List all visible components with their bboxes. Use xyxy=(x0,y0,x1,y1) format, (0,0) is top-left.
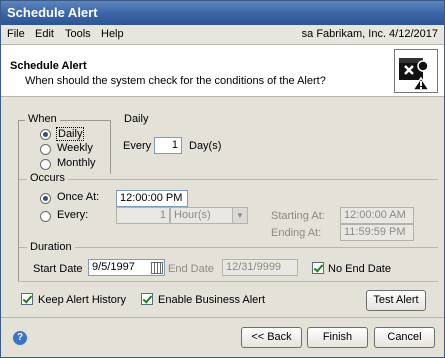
enable-business-alert-label[interactable]: Enable Business Alert xyxy=(158,294,265,306)
when-monthly-radio[interactable] xyxy=(40,159,51,170)
when-monthly-label[interactable]: Monthly xyxy=(57,157,96,169)
chevron-down-icon[interactable]: ▼ xyxy=(232,208,247,223)
menu-edit[interactable]: Edit xyxy=(35,28,54,40)
when-weekly-radio[interactable] xyxy=(40,144,51,155)
ending-at-label: Ending At: xyxy=(271,227,322,239)
every-days-input[interactable]: 1 xyxy=(154,137,182,154)
starting-at-input[interactable]: 12:00:00 AM xyxy=(340,207,414,224)
every-days-label: Every xyxy=(123,140,152,152)
end-date-label: End Date xyxy=(168,263,214,275)
every-unit-value: Hour(s) xyxy=(174,209,211,221)
once-at-radio[interactable] xyxy=(40,193,51,204)
when-daily-label[interactable]: Daily xyxy=(56,127,85,141)
once-at-time-input[interactable]: 12:00:00 PM xyxy=(116,190,188,207)
when-label: When xyxy=(25,113,60,125)
enable-business-alert-checkbox[interactable] xyxy=(141,293,153,305)
title-bar: Schedule Alert xyxy=(1,1,444,25)
end-date-input[interactable]: 12/31/9999 xyxy=(222,259,298,276)
once-at-label[interactable]: Once At: xyxy=(57,191,99,203)
occurs-label: Occurs xyxy=(27,172,68,184)
cancel-button[interactable]: Cancel xyxy=(374,327,435,348)
when-weekly-label[interactable]: Weekly xyxy=(57,142,93,154)
start-date-label: Start Date xyxy=(33,263,83,275)
ending-at-input[interactable]: 11:59:59 PM xyxy=(340,224,414,241)
occurs-left-border xyxy=(18,174,19,241)
finish-button[interactable]: Finish xyxy=(307,327,368,348)
every-label[interactable]: Every: xyxy=(57,209,88,221)
no-end-date-checkbox[interactable] xyxy=(312,262,324,274)
calendar-icon[interactable] xyxy=(151,262,163,274)
header-title: Schedule Alert xyxy=(10,60,87,72)
every-interval-input[interactable]: 1 xyxy=(116,207,170,224)
schedule-alert-window: Schedule Alert File Edit Tools Help sa F… xyxy=(0,0,445,358)
duration-left-border xyxy=(18,241,19,281)
days-unit-label: Day(s) xyxy=(189,140,222,152)
menu-help[interactable]: Help xyxy=(101,28,124,40)
duration-bottom-line xyxy=(18,281,438,282)
back-button[interactable]: << Back xyxy=(241,327,302,348)
occurs-divider xyxy=(18,179,438,180)
header-subtitle: When should the system check for the con… xyxy=(25,75,326,87)
menu-bar: File Edit Tools Help sa Fabrikam, Inc. 4… xyxy=(1,25,444,45)
every-radio[interactable] xyxy=(40,211,51,222)
menu-file[interactable]: File xyxy=(7,28,25,40)
menu-tools[interactable]: Tools xyxy=(65,28,91,40)
duration-label: Duration xyxy=(27,241,75,253)
footer-divider xyxy=(1,317,444,318)
test-alert-button[interactable]: Test Alert xyxy=(366,290,426,311)
user-company-date: sa Fabrikam, Inc. 4/12/2017 xyxy=(301,28,438,40)
header-panel: Schedule Alert When should the system ch… xyxy=(1,45,444,97)
alert-calendar-icon xyxy=(394,49,438,93)
no-end-date-label[interactable]: No End Date xyxy=(328,263,391,275)
keep-alert-history-label[interactable]: Keep Alert History xyxy=(38,294,126,306)
window-title: Schedule Alert xyxy=(7,5,98,20)
when-daily-radio[interactable] xyxy=(40,129,51,140)
keep-alert-history-checkbox[interactable] xyxy=(21,293,33,305)
starting-at-label: Starting At: xyxy=(271,210,325,222)
daily-label: Daily xyxy=(121,113,152,125)
duration-divider xyxy=(18,247,438,248)
help-icon[interactable]: ? xyxy=(13,331,27,345)
